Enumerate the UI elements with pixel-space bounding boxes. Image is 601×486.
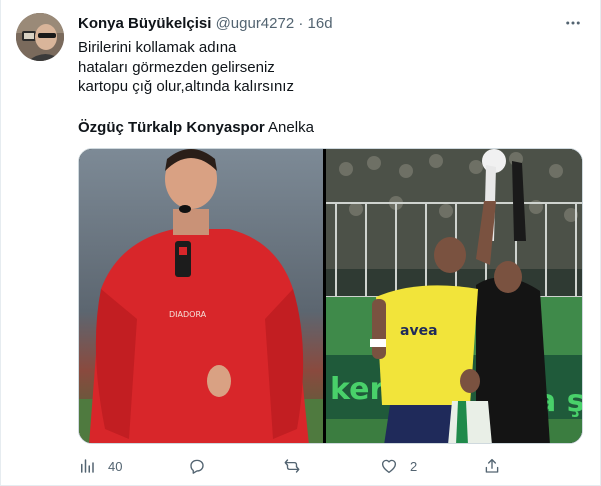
football-match-photo: ker a ş avea xyxy=(326,149,582,443)
mention-plain: Anelka xyxy=(268,119,314,136)
author-handle[interactable]: @ugur4272 xyxy=(216,15,295,32)
tweet-text-line: Birilerini kollamak adına xyxy=(78,39,237,56)
author-name[interactable]: Konya Büyükelçisi xyxy=(78,15,211,32)
share-icon xyxy=(485,458,499,473)
svg-text:avea: avea xyxy=(400,323,438,339)
media-photo-match[interactable]: ker a ş avea xyxy=(326,149,582,443)
action-bar: 40 2 xyxy=(78,455,518,477)
reply-icon xyxy=(190,459,204,474)
heart-icon xyxy=(381,459,397,474)
tweet-card[interactable]: Konya Büyükelçisi @ugur4272 · 16d Birile… xyxy=(0,0,601,486)
mention-bold: Özgüç Türkalp Konyaspor xyxy=(78,119,265,136)
more-options-button[interactable] xyxy=(561,11,585,35)
referee-photo: DIADORA xyxy=(79,149,323,443)
retweet-icon xyxy=(284,459,300,473)
svg-text:ker: ker xyxy=(330,372,384,407)
reply-button[interactable] xyxy=(188,455,218,477)
views-button[interactable]: 40 xyxy=(78,455,122,477)
tweet-header: Konya Büyükelçisi @ugur4272 · 16d xyxy=(78,15,333,33)
tweet-text-line: hataları görmezden gelirseniz xyxy=(78,58,275,76)
like-button[interactable]: 2 xyxy=(380,455,417,477)
retweet-button[interactable] xyxy=(283,455,313,477)
tweet-text: Birilerini kollamak adına hataları görme… xyxy=(78,38,294,97)
more-icon xyxy=(566,21,580,25)
share-button[interactable] xyxy=(483,455,501,477)
avatar-photo xyxy=(16,13,64,61)
analytics-icon xyxy=(81,459,94,473)
tweet-mentions: Özgüç Türkalp Konyaspor Anelka xyxy=(78,118,314,137)
avatar[interactable] xyxy=(16,13,64,61)
svg-text:DIADORA: DIADORA xyxy=(169,310,207,319)
media-photo-referee[interactable]: DIADORA xyxy=(79,149,323,443)
tweet-text-line: kartopu çığ olur,altında kalırsınız xyxy=(78,78,294,95)
tweet-time[interactable]: 16d xyxy=(308,15,333,32)
media-grid[interactable]: DIADORA ker a ş avea xyxy=(78,148,583,444)
views-count: 40 xyxy=(108,458,123,474)
like-count: 2 xyxy=(410,458,418,474)
separator-dot: · xyxy=(298,15,304,32)
